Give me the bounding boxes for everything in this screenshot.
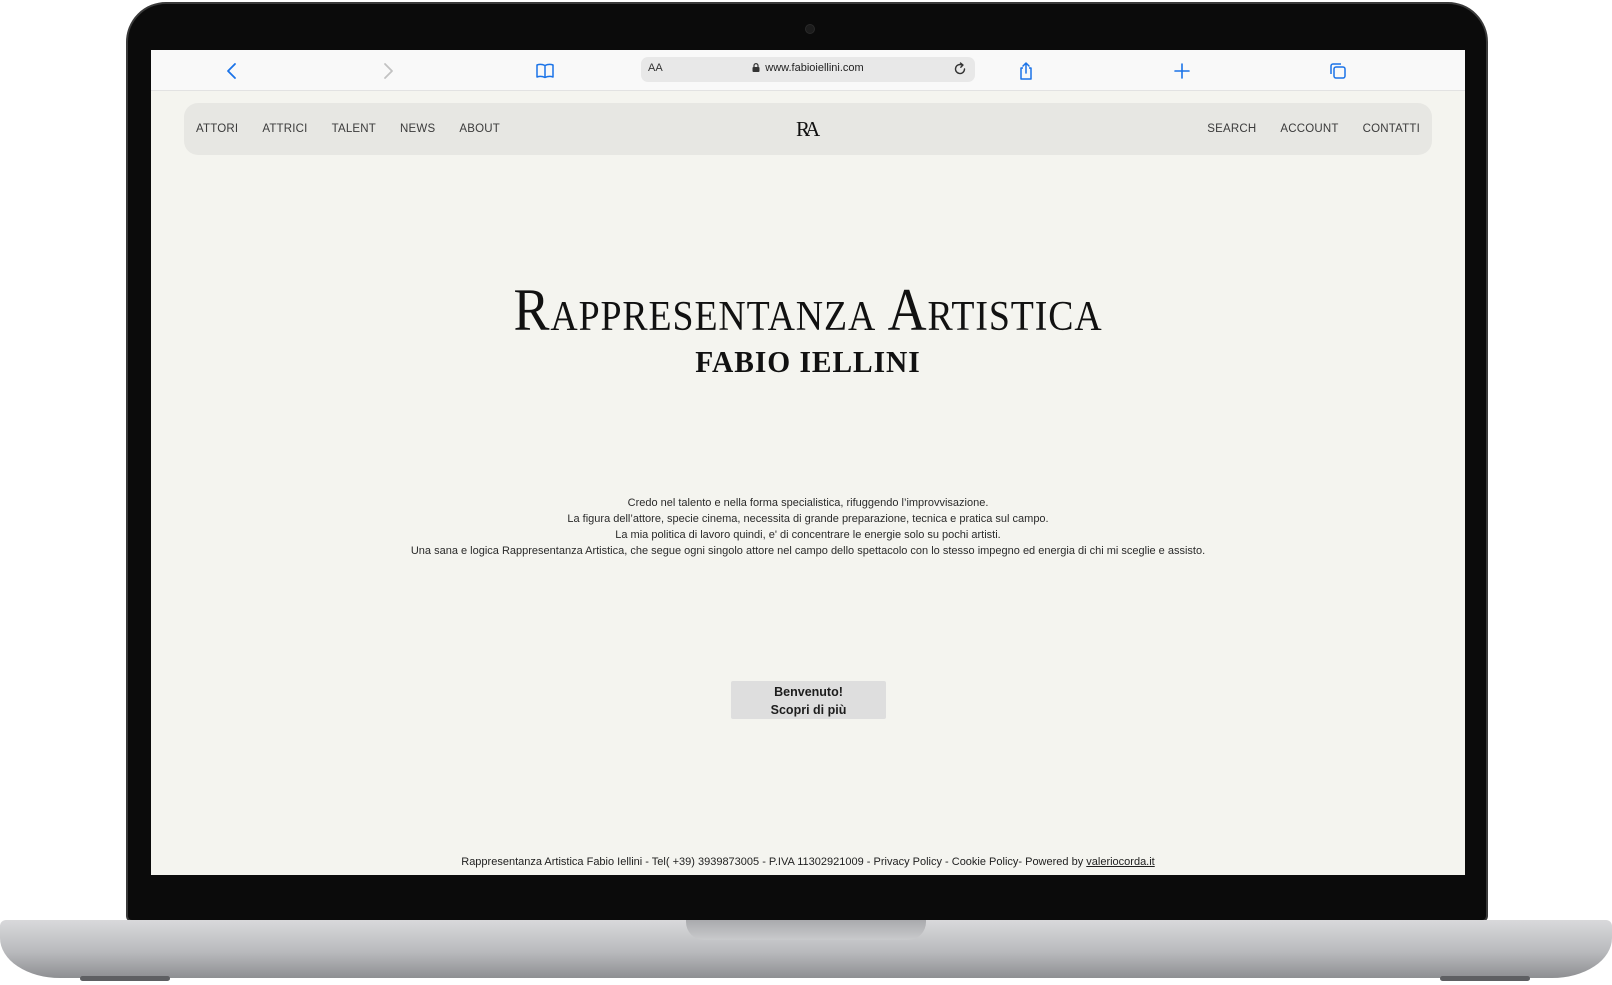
nav-item-contatti[interactable]: CONTATTI bbox=[1363, 123, 1420, 135]
footer-text: Rappresentanza Artistica Fabio Iellini -… bbox=[461, 856, 1087, 868]
forward-button[interactable] bbox=[376, 59, 400, 83]
nav-right-group: SEARCH ACCOUNT CONTATTI bbox=[1183, 103, 1420, 155]
reload-icon[interactable] bbox=[951, 60, 969, 78]
intro-line: Una sana e logica Rappresentanza Artisti… bbox=[410, 545, 1206, 557]
share-button[interactable] bbox=[1014, 59, 1038, 83]
plus-icon bbox=[1174, 63, 1190, 79]
tabs-icon bbox=[1330, 63, 1346, 79]
tabs-overview-button[interactable] bbox=[1326, 59, 1350, 83]
url-text: www.fabioiellini.com bbox=[765, 62, 864, 74]
intro-line: La figura dell’attore, specie cinema, ne… bbox=[567, 513, 1049, 525]
lock-icon bbox=[752, 63, 760, 72]
back-button[interactable] bbox=[220, 59, 244, 83]
site-logo[interactable]: RA bbox=[796, 117, 822, 141]
share-icon bbox=[1020, 62, 1032, 80]
discover-more-button[interactable]: Benvenuto! Scopri di più bbox=[731, 681, 886, 719]
intro-text: Credo nel talento e nella forma speciali… bbox=[151, 495, 1465, 559]
nav-item-talent[interactable]: TALENT bbox=[332, 123, 376, 135]
nav-item-about[interactable]: ABOUT bbox=[459, 123, 500, 135]
nav-item-account[interactable]: ACCOUNT bbox=[1280, 123, 1338, 135]
nav-item-attori[interactable]: ATTORI bbox=[196, 123, 238, 135]
address-bar[interactable]: AA www.fabioiellini.com bbox=[641, 57, 975, 82]
footer-credit-link[interactable]: valeriocorda.it bbox=[1086, 856, 1154, 868]
nav-item-attrici[interactable]: ATTRICI bbox=[262, 123, 307, 135]
nav-item-search[interactable]: SEARCH bbox=[1207, 123, 1256, 135]
camera-dot bbox=[805, 24, 815, 34]
cta-line-welcome: Benvenuto! bbox=[774, 684, 843, 699]
url-display: www.fabioiellini.com bbox=[641, 62, 975, 74]
hero-title: Rappresentanza Artistica bbox=[513, 277, 1103, 343]
browser-toolbar: AA www.fabioiellini.com bbox=[151, 50, 1465, 91]
bookmarks-button[interactable] bbox=[533, 59, 557, 83]
new-tab-button[interactable] bbox=[1170, 59, 1194, 83]
intro-line: La mia politica di lavoro quindi, e' di … bbox=[615, 529, 1001, 541]
nav-left-group: ATTORI ATTRICI TALENT NEWS ABOUT bbox=[196, 103, 524, 155]
book-icon bbox=[536, 63, 554, 79]
chevron-left-icon bbox=[227, 63, 236, 79]
cta-line-discover: Scopri di più bbox=[770, 702, 847, 717]
chevron-right-icon bbox=[384, 63, 393, 79]
intro-line: Credo nel talento e nella forma speciali… bbox=[627, 497, 989, 509]
screen: AA www.fabioiellini.com ATTORI ATTRICI T… bbox=[151, 50, 1465, 875]
nav-item-news[interactable]: NEWS bbox=[400, 123, 435, 135]
laptop-foot-right bbox=[1440, 976, 1530, 981]
hero-subtitle: FABIO IELLINI bbox=[695, 344, 921, 379]
laptop-base-notch bbox=[686, 920, 926, 940]
site-navigation: ATTORI ATTRICI TALENT NEWS ABOUT RA SEAR… bbox=[184, 103, 1432, 155]
footer: Rappresentanza Artistica Fabio Iellini -… bbox=[151, 856, 1465, 868]
laptop-foot-left bbox=[80, 976, 170, 981]
